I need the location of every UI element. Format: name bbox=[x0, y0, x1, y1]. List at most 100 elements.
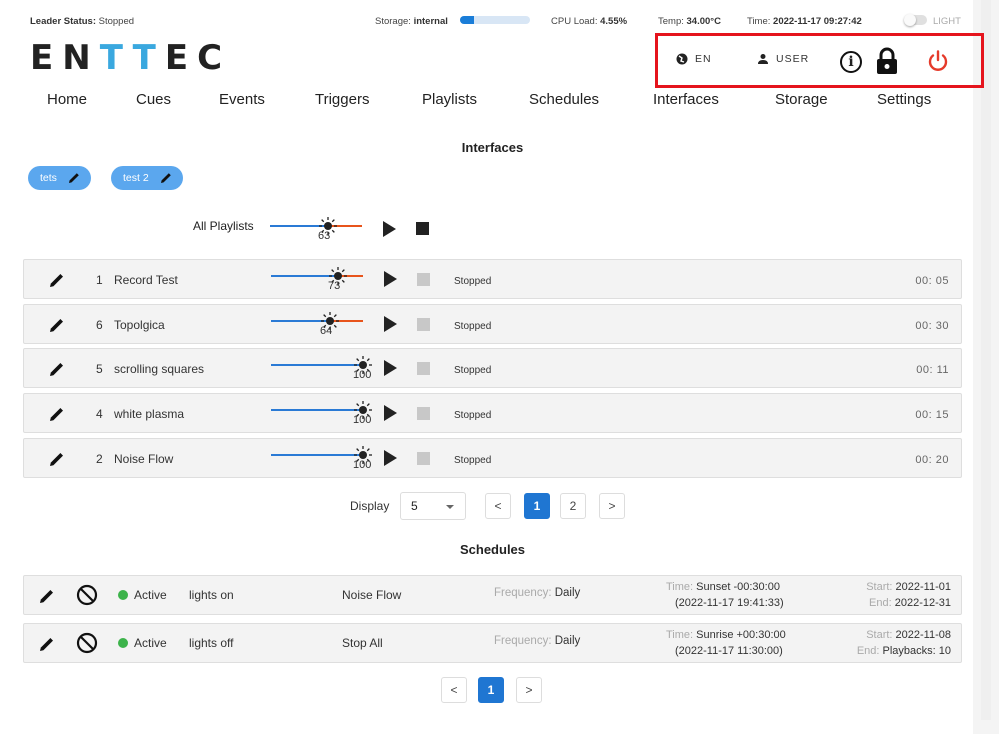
active-status-dot bbox=[118, 638, 128, 648]
disable-icon[interactable] bbox=[76, 632, 98, 654]
play-button[interactable] bbox=[384, 405, 397, 422]
nav-settings[interactable]: Settings bbox=[877, 91, 931, 108]
nav-home[interactable]: Home bbox=[47, 91, 87, 108]
prev-page-button[interactable]: < bbox=[485, 493, 511, 519]
theme-label: LIGHT bbox=[933, 16, 961, 27]
next-page-button[interactable]: > bbox=[599, 493, 625, 519]
nav-interfaces[interactable]: Interfaces bbox=[653, 91, 719, 108]
page-button[interactable]: 1 bbox=[478, 677, 504, 703]
all-playlists-slider[interactable]: 63 bbox=[270, 214, 362, 244]
playlist-level-slider[interactable]: 100 bbox=[271, 398, 372, 428]
chip-label: tets bbox=[40, 172, 57, 184]
slider-value: 64 bbox=[320, 324, 333, 337]
playlist-duration: 00: 05 bbox=[915, 275, 949, 287]
cpu-load: CPU Load: 4.55% bbox=[551, 16, 628, 27]
slider-value: 100 bbox=[353, 458, 372, 471]
slider-value: 100 bbox=[353, 414, 372, 427]
interface-chip[interactable]: test 2 bbox=[111, 166, 183, 190]
scrollbar-track[interactable] bbox=[973, 0, 999, 734]
storage-bar-fill bbox=[460, 16, 474, 24]
status-bar: Leader Status: Stopped Storage: internal… bbox=[0, 10, 973, 32]
page-button[interactable]: 1 bbox=[524, 493, 550, 519]
nav-cues[interactable]: Cues bbox=[136, 91, 171, 108]
stop-button[interactable] bbox=[417, 451, 430, 465]
pencil-icon[interactable] bbox=[48, 316, 66, 334]
schedule-row[interactable]: Active lights off Stop All Frequency: Daily… bbox=[23, 623, 962, 663]
enttec-logo[interactable]: ENTTEC bbox=[30, 38, 231, 78]
pencil-icon[interactable] bbox=[48, 360, 66, 378]
playlist-row[interactable]: 1 Record Test 73 Stopped 00: 05 bbox=[23, 259, 962, 299]
schedule-frequency: Frequency: Daily bbox=[494, 635, 581, 647]
schedule-dates: Start: 2022-11-01 End: 2022-12-31 bbox=[866, 581, 951, 609]
pencil-icon[interactable] bbox=[48, 271, 66, 289]
user-icon bbox=[758, 54, 768, 64]
stop-button[interactable] bbox=[417, 362, 430, 376]
playlist-row[interactable]: 6 Topolgica 64 Stopped 00: 30 bbox=[23, 303, 962, 344]
temperature: Temp: 34.00°C bbox=[658, 16, 721, 27]
interface-chip[interactable]: tets bbox=[28, 166, 91, 190]
active-status-dot bbox=[118, 590, 128, 600]
header-icons-highlight: EN USER i bbox=[655, 33, 984, 88]
play-button[interactable] bbox=[384, 449, 397, 466]
stop-button[interactable] bbox=[417, 317, 430, 331]
schedule-row[interactable]: Active lights on Noise Flow Frequency: Dail… bbox=[23, 575, 962, 615]
prev-page-button[interactable]: < bbox=[441, 677, 467, 703]
playlist-name: Record Test bbox=[114, 273, 178, 287]
playlist-row[interactable]: 2 Noise Flow 100 Stopped 00: 20 bbox=[23, 437, 962, 478]
play-all-button[interactable] bbox=[383, 221, 396, 237]
playlist-status: Stopped bbox=[454, 410, 492, 422]
page-button[interactable]: 2 bbox=[560, 493, 586, 519]
nav-events[interactable]: Events bbox=[219, 91, 265, 108]
storage-bar bbox=[460, 16, 530, 24]
next-page-button[interactable]: > bbox=[516, 677, 542, 703]
nav-playlists[interactable]: Playlists bbox=[422, 91, 477, 108]
disable-icon[interactable] bbox=[76, 584, 98, 606]
play-button[interactable] bbox=[384, 360, 397, 377]
playlist-level-slider[interactable]: 100 bbox=[271, 353, 372, 383]
nav-schedules[interactable]: Schedules bbox=[529, 91, 599, 108]
playlist-row[interactable]: 4 white plasma 100 Stopped 00: 15 bbox=[23, 393, 962, 434]
playlist-duration: 00: 15 bbox=[915, 409, 949, 422]
playlist-level-slider[interactable]: 73 bbox=[271, 264, 363, 294]
display-select[interactable]: 5 bbox=[400, 492, 466, 520]
playlist-number: 1 bbox=[96, 273, 103, 287]
user-menu[interactable]: USER bbox=[757, 53, 809, 65]
schedule-playlist: Noise Flow bbox=[342, 588, 402, 602]
pencil-icon[interactable] bbox=[48, 450, 66, 468]
playlist-level-slider[interactable]: 100 bbox=[271, 443, 372, 473]
playlist-name: scrolling squares bbox=[114, 362, 205, 377]
scrollbar-thumb[interactable] bbox=[981, 0, 991, 720]
info-icon[interactable]: i bbox=[840, 51, 862, 73]
language-selector[interactable]: EN bbox=[676, 53, 712, 65]
schedule-state: Active bbox=[134, 636, 167, 650]
playlist-status: Stopped bbox=[454, 320, 492, 332]
lock-icon[interactable] bbox=[876, 47, 898, 75]
theme-toggle[interactable] bbox=[904, 14, 927, 26]
pencil-icon[interactable] bbox=[159, 171, 173, 185]
play-button[interactable] bbox=[384, 315, 397, 332]
playlist-status: Stopped bbox=[454, 365, 492, 377]
power-icon[interactable] bbox=[926, 49, 950, 73]
playlist-duration: 00: 20 bbox=[915, 453, 949, 466]
slider-track-filled bbox=[271, 409, 363, 412]
nav-storage[interactable]: Storage bbox=[775, 91, 828, 108]
pencil-icon[interactable] bbox=[67, 171, 81, 185]
pencil-icon[interactable] bbox=[38, 587, 56, 605]
stop-button[interactable] bbox=[417, 273, 430, 286]
interfaces-title: Interfaces bbox=[461, 140, 524, 155]
pencil-icon[interactable] bbox=[38, 635, 56, 653]
display-label: Display bbox=[350, 499, 390, 513]
nav-triggers[interactable]: Triggers bbox=[315, 91, 369, 108]
stop-button[interactable] bbox=[417, 407, 430, 421]
playlist-duration: 00: 30 bbox=[915, 319, 949, 332]
stop-all-button[interactable] bbox=[416, 222, 429, 235]
pencil-icon[interactable] bbox=[48, 405, 66, 423]
play-button[interactable] bbox=[384, 271, 397, 287]
schedule-state: Active bbox=[134, 588, 167, 602]
playlist-number: 6 bbox=[96, 317, 103, 332]
leader-status: Leader Status: Stopped bbox=[30, 16, 135, 27]
user-label: USER bbox=[776, 53, 810, 65]
playlist-row[interactable]: 5 scrolling squares 100 Stopped 00: 11 bbox=[23, 348, 962, 389]
schedule-playlist: Stop All bbox=[342, 636, 383, 650]
playlist-level-slider[interactable]: 64 bbox=[271, 309, 363, 339]
